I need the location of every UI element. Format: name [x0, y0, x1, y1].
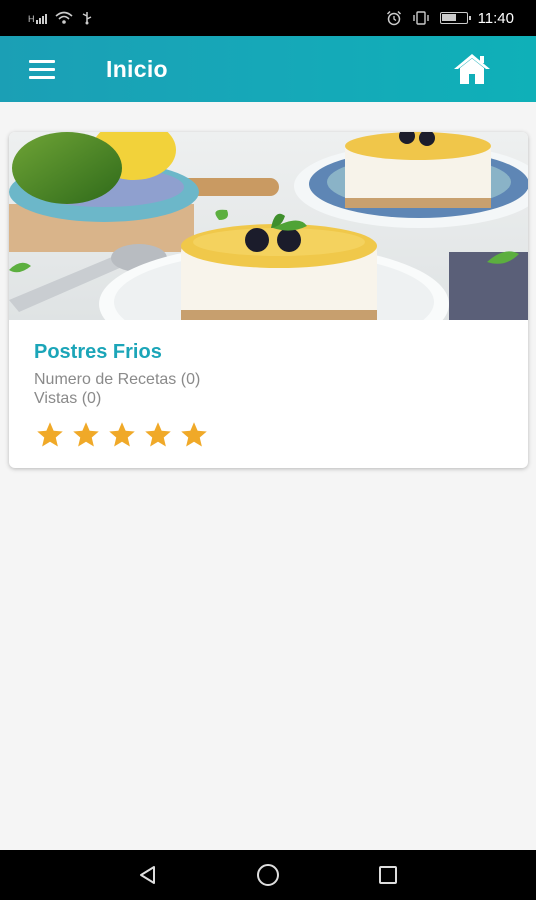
star-rating	[35, 420, 209, 450]
star-icon	[37, 422, 63, 447]
home-icon[interactable]	[452, 52, 492, 86]
views-count-text: Vistas (0)	[34, 390, 102, 407]
system-nav-bar	[0, 850, 536, 900]
back-icon[interactable]	[134, 861, 162, 889]
star-icon	[145, 422, 171, 447]
app-bar: Inicio	[0, 36, 536, 102]
recents-icon[interactable]	[374, 861, 402, 889]
menu-icon[interactable]	[12, 36, 72, 102]
category-title: Postres Frios	[34, 341, 162, 363]
network-type-label: H	[28, 14, 35, 24]
category-image	[9, 132, 528, 320]
category-card[interactable]: Postres Frios Numero de Recetas (0) Vist…	[9, 132, 528, 468]
vibrate-icon	[412, 11, 429, 25]
recipe-count-text: Numero de Recetas (0)	[34, 371, 201, 388]
home-circle-icon[interactable]	[254, 861, 282, 889]
star-icon	[181, 422, 207, 447]
status-left: H	[28, 11, 93, 25]
status-bar: H 11:40	[0, 0, 536, 36]
usb-icon	[82, 12, 91, 25]
alarm-icon	[386, 10, 401, 26]
status-time: 11:40	[477, 9, 514, 27]
status-right: 11:40	[386, 10, 514, 27]
star-icon	[73, 422, 99, 447]
signal-icon: H	[28, 12, 47, 24]
wifi-icon	[54, 11, 73, 24]
star-icon	[109, 422, 135, 447]
page-title: Inicio	[106, 55, 168, 82]
battery-icon	[439, 12, 471, 24]
